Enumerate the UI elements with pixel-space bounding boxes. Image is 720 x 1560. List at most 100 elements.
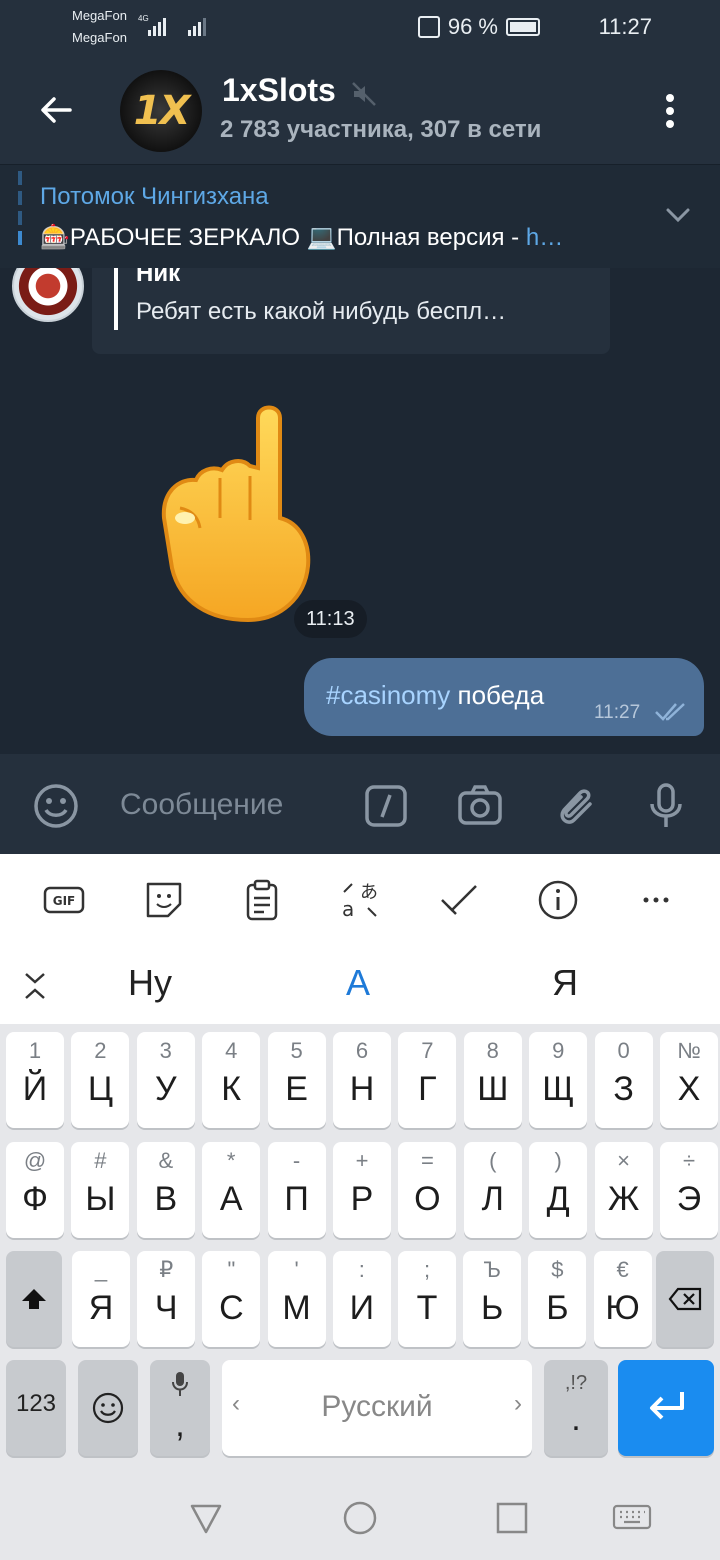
key-letter-label: Ш <box>477 1070 509 1108</box>
key-row3-7[interactable]: $ Б <box>528 1251 587 1347</box>
status-bar: MegaFon MegaFon 4G 96 % 11:27 <box>0 0 720 54</box>
emoji-icon[interactable] <box>32 782 80 830</box>
suggestion-1[interactable]: Ну <box>128 962 172 1004</box>
shift-key[interactable] <box>6 1251 62 1347</box>
collapse-icon[interactable] <box>20 968 50 1004</box>
clipboard-icon[interactable] <box>240 878 284 922</box>
key-row3-2[interactable]: " С <box>202 1251 261 1347</box>
key-letter-label: Ц <box>87 1070 113 1108</box>
nav-recents-icon[interactable] <box>494 1500 530 1536</box>
key-row2-2[interactable]: & В <box>136 1142 195 1238</box>
key-row2-4[interactable]: -П <box>267 1142 326 1238</box>
key-secondary-label: 3 <box>159 1038 172 1063</box>
more-horizontal-icon[interactable] <box>634 878 678 922</box>
svg-text:GIF: GIF <box>53 894 76 908</box>
key-row2-9[interactable]: × Ж <box>594 1142 653 1238</box>
chat-header: 1X 1xSlots 2 783 участника, 307 в сети <box>0 54 720 164</box>
microphone-icon[interactable] <box>642 782 690 830</box>
sticker-icon[interactable] <box>142 878 186 922</box>
key-row1-2[interactable]: 3У <box>136 1032 195 1128</box>
key-row2-7[interactable]: (Л <box>463 1142 522 1238</box>
mic-small-icon <box>172 1372 188 1396</box>
pinned-link[interactable]: h… <box>526 224 563 251</box>
sender-avatar[interactable] <box>12 268 84 322</box>
space-label: Русский <box>321 1390 433 1423</box>
keyboard-toolbar: GIF a あ <box>0 854 720 944</box>
key-row3-5[interactable]: ; Т <box>398 1251 456 1347</box>
key-secondary-label: № <box>677 1038 701 1063</box>
space-key[interactable]: Русский ‹ › <box>222 1360 532 1456</box>
key-letter-label: В <box>154 1180 178 1218</box>
bot-command-icon[interactable] <box>362 782 410 830</box>
channel-avatar[interactable]: 1X <box>120 70 202 152</box>
key-row1-1[interactable]: 2Ц <box>71 1032 130 1128</box>
pinned-message[interactable]: Потомок Чингизхана 🎰РАБОЧЕЕ ЗЕРКАЛО 💻Пол… <box>0 164 720 268</box>
punctuation-key[interactable]: ,!? . <box>544 1360 608 1456</box>
hashtag-link[interactable]: #casinomy <box>326 680 450 710</box>
key-row3-3[interactable]: ' М <box>267 1251 326 1347</box>
key-row2-8[interactable]: ) Д <box>529 1142 588 1238</box>
numbers-key[interactable]: 123 <box>6 1360 66 1456</box>
message-list[interactable]: Ник Ребят есть какой нибудь беспл… 11:13… <box>0 268 720 754</box>
key-secondary-label: ₽ <box>159 1257 174 1282</box>
key-letter-label: А <box>219 1180 243 1218</box>
suggestion-2[interactable]: А <box>346 962 370 1004</box>
key-row1-5[interactable]: 6Н <box>333 1032 391 1128</box>
pointing-up-sticker-icon[interactable] <box>150 398 320 628</box>
key-row1-8[interactable]: 9Щ <box>529 1032 588 1128</box>
back-arrow-icon[interactable] <box>36 90 76 130</box>
key-letter-label: М <box>282 1289 311 1327</box>
key-letter-label: Л <box>481 1180 504 1218</box>
svg-text:a: a <box>342 897 354 921</box>
key-row1-6[interactable]: 7Г <box>398 1032 457 1128</box>
message-input[interactable]: Сообщение <box>120 788 283 822</box>
key-row2-0[interactable]: @ Ф <box>6 1142 64 1238</box>
key-row2-10[interactable]: ÷ Э <box>660 1142 718 1238</box>
info-icon[interactable] <box>536 878 580 922</box>
key-secondary-label: ÷ <box>682 1148 696 1173</box>
emoji-key[interactable] <box>78 1360 138 1456</box>
nav-home-icon[interactable] <box>342 1500 378 1536</box>
key-row1-10[interactable]: № Х <box>660 1032 718 1128</box>
key-row3-1[interactable]: ₽ Ч <box>137 1251 196 1347</box>
key-row1-0[interactable]: 1Й <box>6 1032 64 1128</box>
key-row2-1[interactable]: # Ы <box>71 1142 130 1238</box>
outgoing-message[interactable]: #casinomy победа 11:27 <box>304 658 704 736</box>
chevron-down-icon[interactable] <box>664 205 692 225</box>
key-row1-9[interactable]: 0З <box>594 1032 653 1128</box>
key-secondary-label: × <box>617 1148 631 1173</box>
keyboard-switch-icon[interactable] <box>612 1500 652 1536</box>
translate-icon[interactable]: a あ <box>338 878 382 922</box>
key-row3-4[interactable]: :И <box>332 1251 391 1347</box>
key-row1-3[interactable]: 4К <box>202 1032 261 1128</box>
chat-title[interactable]: 1xSlots <box>222 72 336 109</box>
key-row2-3[interactable]: * А <box>202 1142 261 1238</box>
key-row1-4[interactable]: 5Е <box>267 1032 326 1128</box>
key-row3-6[interactable]: ЪЬ <box>463 1251 522 1347</box>
key-letter-label: Т <box>416 1289 438 1327</box>
key-row2-6[interactable]: = О <box>398 1142 457 1238</box>
key-secondary-label: $ <box>551 1257 564 1282</box>
attach-icon[interactable] <box>552 782 600 830</box>
backspace-key[interactable] <box>656 1251 714 1347</box>
key-row2-5[interactable]: + Р <box>333 1142 391 1238</box>
carrier-2: MegaFon <box>72 30 127 45</box>
key-row3-8[interactable]: € Ю <box>593 1251 652 1347</box>
more-menu-icon[interactable] <box>658 94 682 134</box>
key-letter-label: К <box>221 1070 242 1108</box>
gif-icon[interactable]: GIF <box>42 878 86 922</box>
pinned-text-body: 🎰РАБОЧЕЕ ЗЕРКАЛО 💻Полная версия - <box>40 224 526 251</box>
camera-icon[interactable] <box>456 782 504 830</box>
key-secondary-label: : <box>358 1257 365 1282</box>
reply-preview[interactable]: Ник Ребят есть какой нибудь беспл… <box>92 268 610 354</box>
suggestion-3[interactable]: Я <box>552 962 578 1004</box>
handwriting-icon[interactable] <box>438 878 482 922</box>
key-row3-0[interactable]: _ Я <box>72 1251 130 1347</box>
comma-key[interactable]: , <box>150 1360 210 1456</box>
enter-key[interactable] <box>618 1360 714 1456</box>
key-row1-7[interactable]: 8Ш <box>463 1032 522 1128</box>
nav-back-icon[interactable] <box>188 1500 224 1536</box>
key-letter-label: У <box>154 1070 177 1108</box>
key-letter-label: Р <box>350 1180 374 1218</box>
key-secondary-label: # <box>94 1148 107 1173</box>
